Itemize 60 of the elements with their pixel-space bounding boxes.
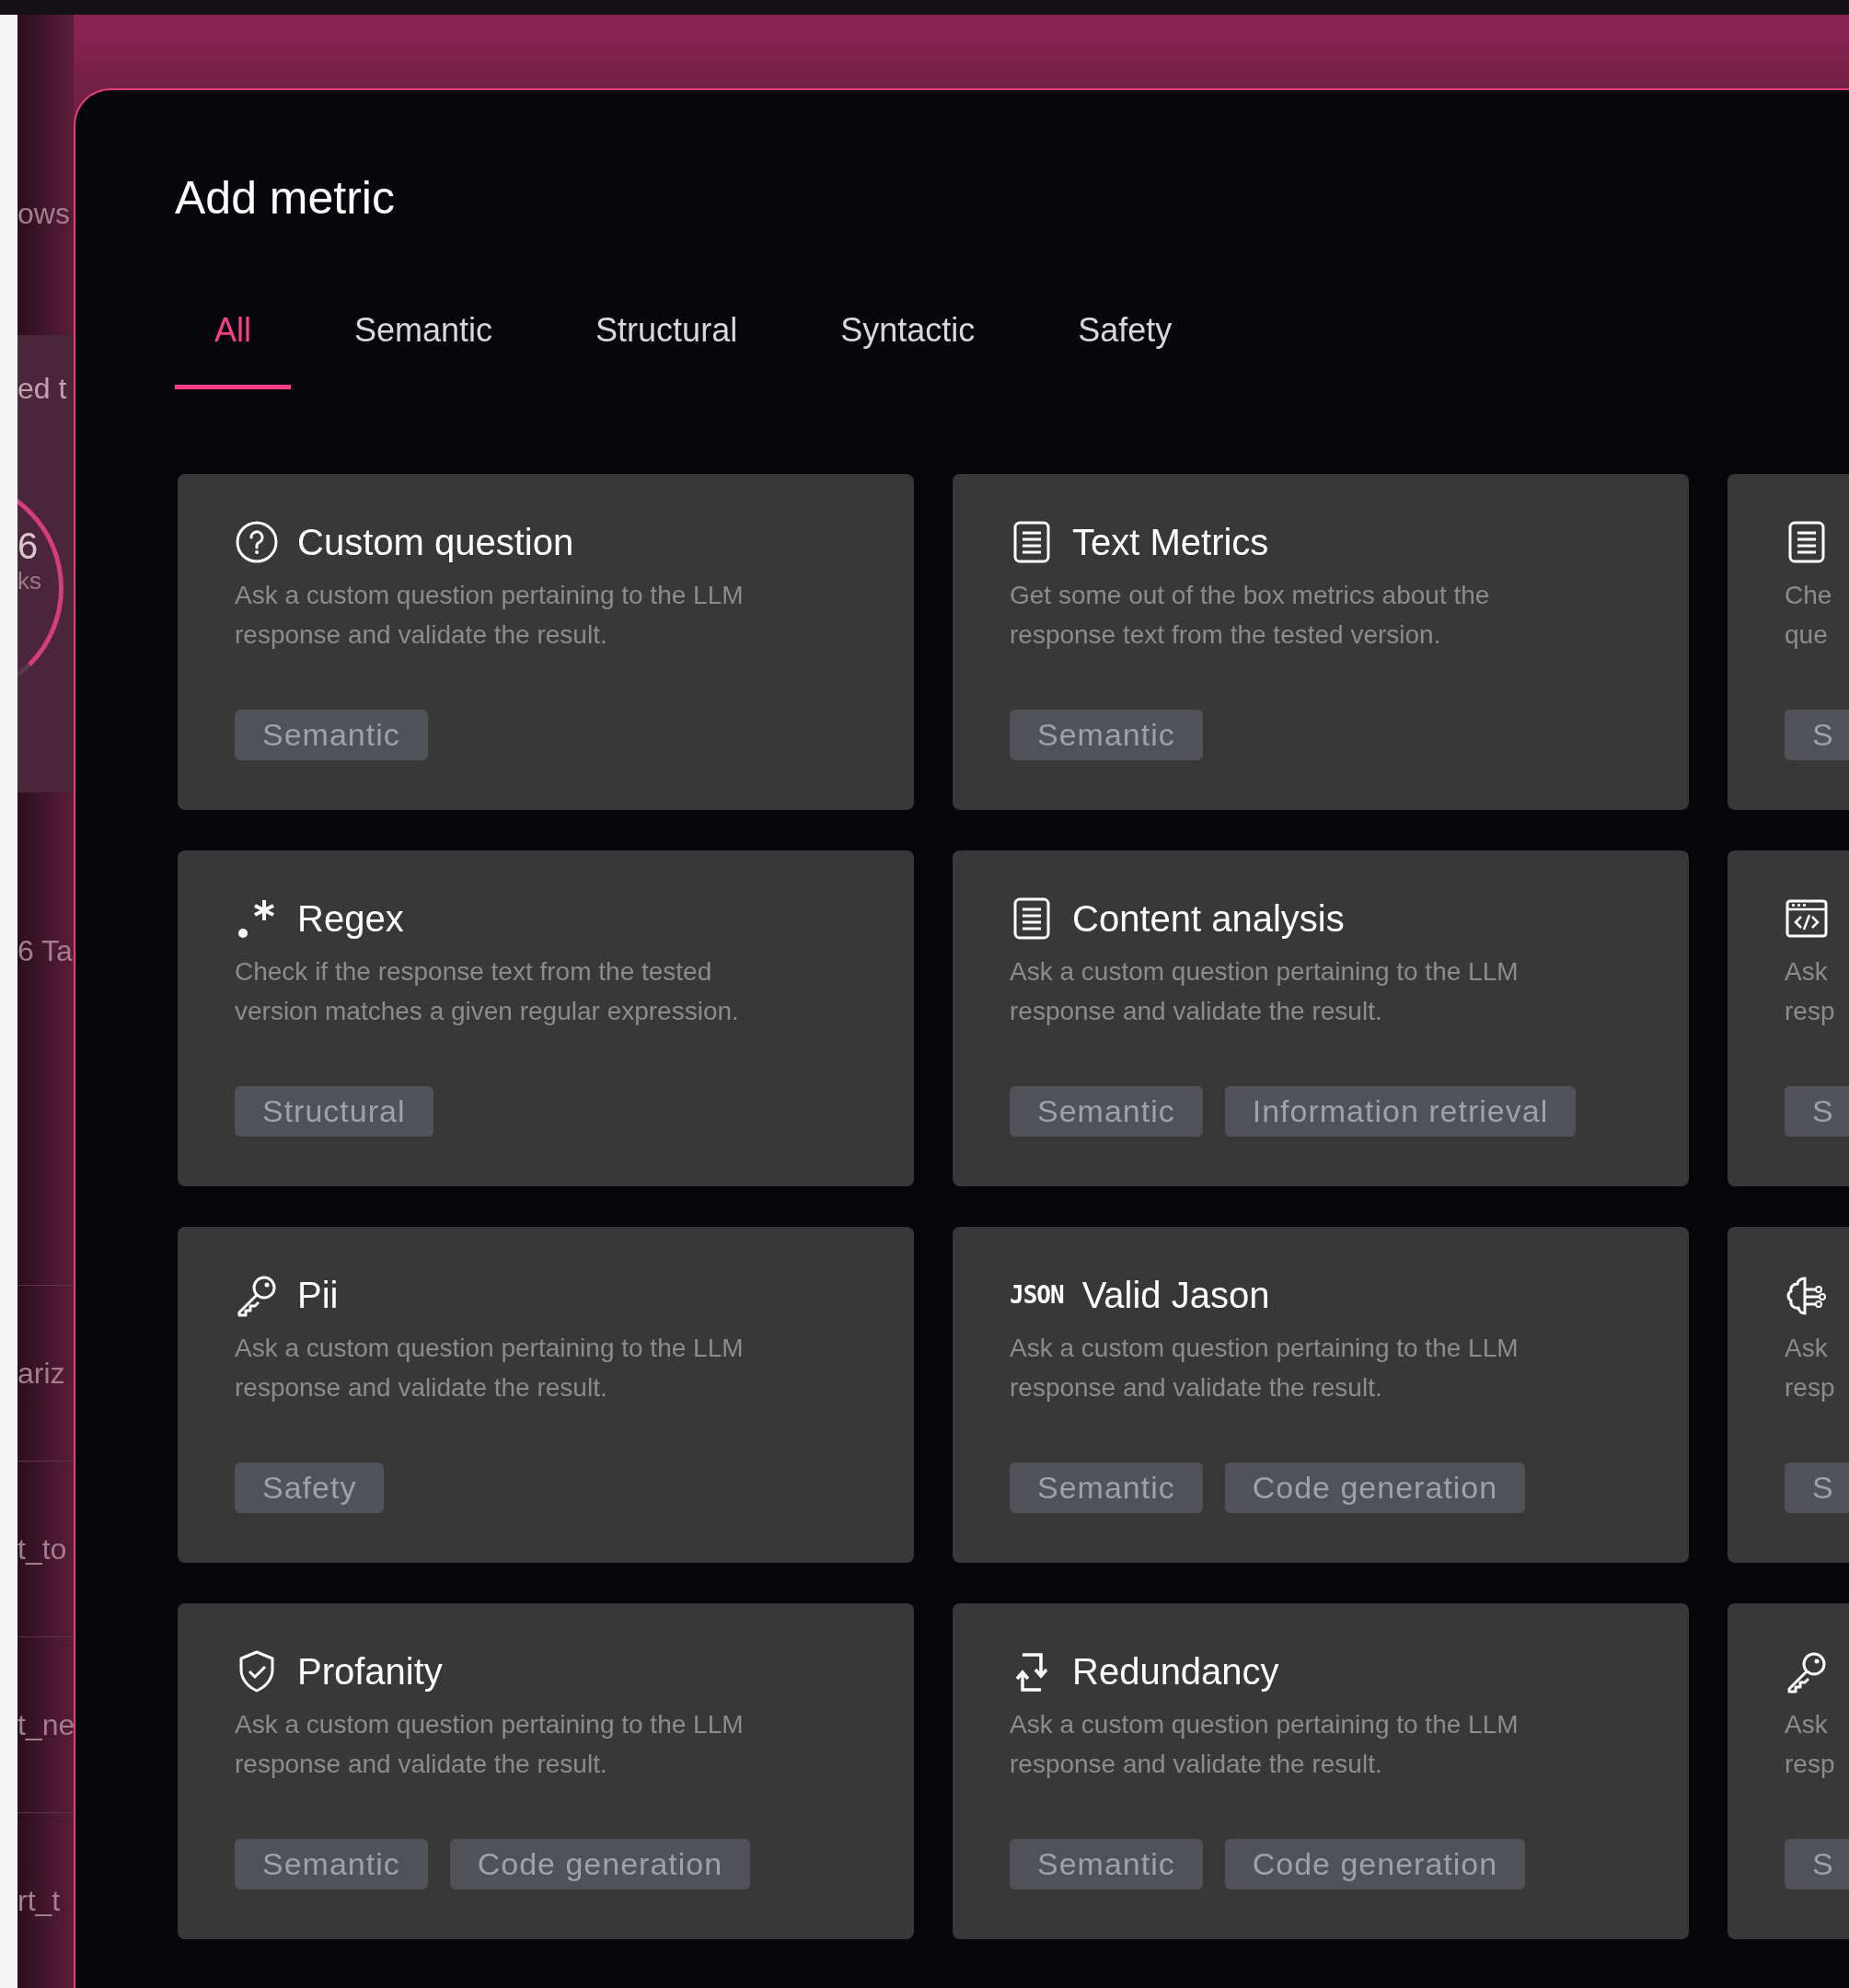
card-description: Check if the response text from the tested version matches a given regular expression. bbox=[235, 956, 739, 1027]
card-description: Ask resp bbox=[1785, 1709, 1835, 1780]
category-tag: Safety bbox=[235, 1462, 385, 1513]
card-description: Ask resp bbox=[1785, 1333, 1835, 1404]
json-icon: JSON bbox=[1010, 1281, 1064, 1309]
tab[interactable]: All bbox=[175, 295, 291, 389]
background-text: t_ne bbox=[17, 1707, 74, 1742]
metric-card[interactable]: Redundancy Ask a custom question pertaining to the LLM response and validate the result. Semantic Code generation bbox=[953, 1603, 1689, 1939]
category-tag: Information retrieval bbox=[1224, 1086, 1577, 1137]
card-title: Content analysis bbox=[1072, 897, 1345, 940]
background-text: t_to bbox=[17, 1531, 67, 1566]
background-text: rt_t bbox=[17, 1883, 61, 1918]
tab[interactable]: Structural bbox=[556, 295, 778, 389]
category-tag: Semantic bbox=[1010, 1086, 1203, 1137]
tab[interactable]: Safety bbox=[1038, 295, 1212, 389]
card-description: Ask resp bbox=[1785, 956, 1835, 1027]
card-title: Custom question bbox=[297, 521, 574, 563]
background-text: ariz bbox=[17, 1356, 65, 1391]
background-text: ks bbox=[17, 566, 41, 595]
tab[interactable]: Semantic bbox=[315, 295, 533, 389]
background-text: 6 bbox=[17, 525, 39, 567]
category-tag: Semantic bbox=[235, 710, 428, 760]
category-tag: Semantic bbox=[1010, 1462, 1203, 1513]
category-tag: S bbox=[1785, 1462, 1849, 1513]
card-description: Ask a custom question pertaining to the LLM response and validate the result. bbox=[235, 580, 744, 651]
category-tag: Code generation bbox=[449, 1839, 751, 1890]
metric-card[interactable]: JSON Valid Jason Ask a custom question pertaining to the LLM response and validate the result. Semantic Code generation bbox=[953, 1227, 1689, 1563]
background-text: ows bbox=[17, 197, 70, 231]
card-description: Che que bbox=[1785, 580, 1832, 651]
category-tag: Semantic bbox=[1010, 1839, 1203, 1890]
category-tag: Structural bbox=[235, 1086, 433, 1137]
category-tag: S bbox=[1785, 1086, 1849, 1137]
metric-card[interactable]: Regex Check if the response text from the tested version matches a given regular expression. Structural bbox=[178, 850, 914, 1186]
metric-card[interactable]: Content analysis Ask a custom question pertaining to the LLM response and validate the result. Semantic Information retrieval bbox=[953, 850, 1689, 1186]
metric-card[interactable]: Pii Ask a custom question pertaining to the LLM response and validate the result. Safety bbox=[178, 1227, 914, 1563]
background-text: 6 Ta bbox=[17, 934, 73, 969]
category-tag: S bbox=[1785, 710, 1849, 760]
card-description: Get some out of the box metrics about the response text from the tested version. bbox=[1010, 580, 1490, 651]
card-description: Ask a custom question pertaining to the LLM response and validate the result. bbox=[1010, 1333, 1519, 1404]
metric-card[interactable]: Text Metrics Get some out of the box metrics about the response text from the tested version. Semantic bbox=[953, 474, 1689, 810]
card-description: Ask a custom question pertaining to the LLM response and validate the result. bbox=[235, 1709, 744, 1780]
card-description: Ask a custom question pertaining to the LLM response and validate the result. bbox=[235, 1333, 744, 1404]
card-title: Profanity bbox=[297, 1650, 443, 1693]
card-title: Pii bbox=[297, 1274, 339, 1316]
metric-card[interactable]: Custom question Ask a custom question pertaining to the LLM response and validate the result. Semantic bbox=[178, 474, 914, 810]
category-tag: S bbox=[1785, 1839, 1849, 1890]
card-title: Regex bbox=[297, 897, 404, 940]
tab[interactable]: Syntactic bbox=[801, 295, 1015, 389]
category-tag: Semantic bbox=[235, 1839, 428, 1890]
background-text: ed t bbox=[17, 371, 68, 406]
category-tag: Code generation bbox=[1224, 1462, 1526, 1513]
card-title: Redundancy bbox=[1072, 1650, 1279, 1693]
card-title: Text Metrics bbox=[1072, 521, 1269, 563]
category-tag: Code generation bbox=[1224, 1839, 1526, 1890]
card-description: Ask a custom question pertaining to the LLM response and validate the result. bbox=[1010, 1709, 1519, 1780]
card-title: Valid Jason bbox=[1081, 1274, 1270, 1316]
dialog-title: Add metric bbox=[175, 171, 396, 225]
card-description: Ask a custom question pertaining to the LLM response and validate the result. bbox=[1010, 956, 1519, 1027]
category-tag: Semantic bbox=[1010, 710, 1203, 760]
metric-card[interactable]: Profanity Ask a custom question pertaining to the LLM response and validate the result. Semantic Code generation bbox=[178, 1603, 914, 1939]
